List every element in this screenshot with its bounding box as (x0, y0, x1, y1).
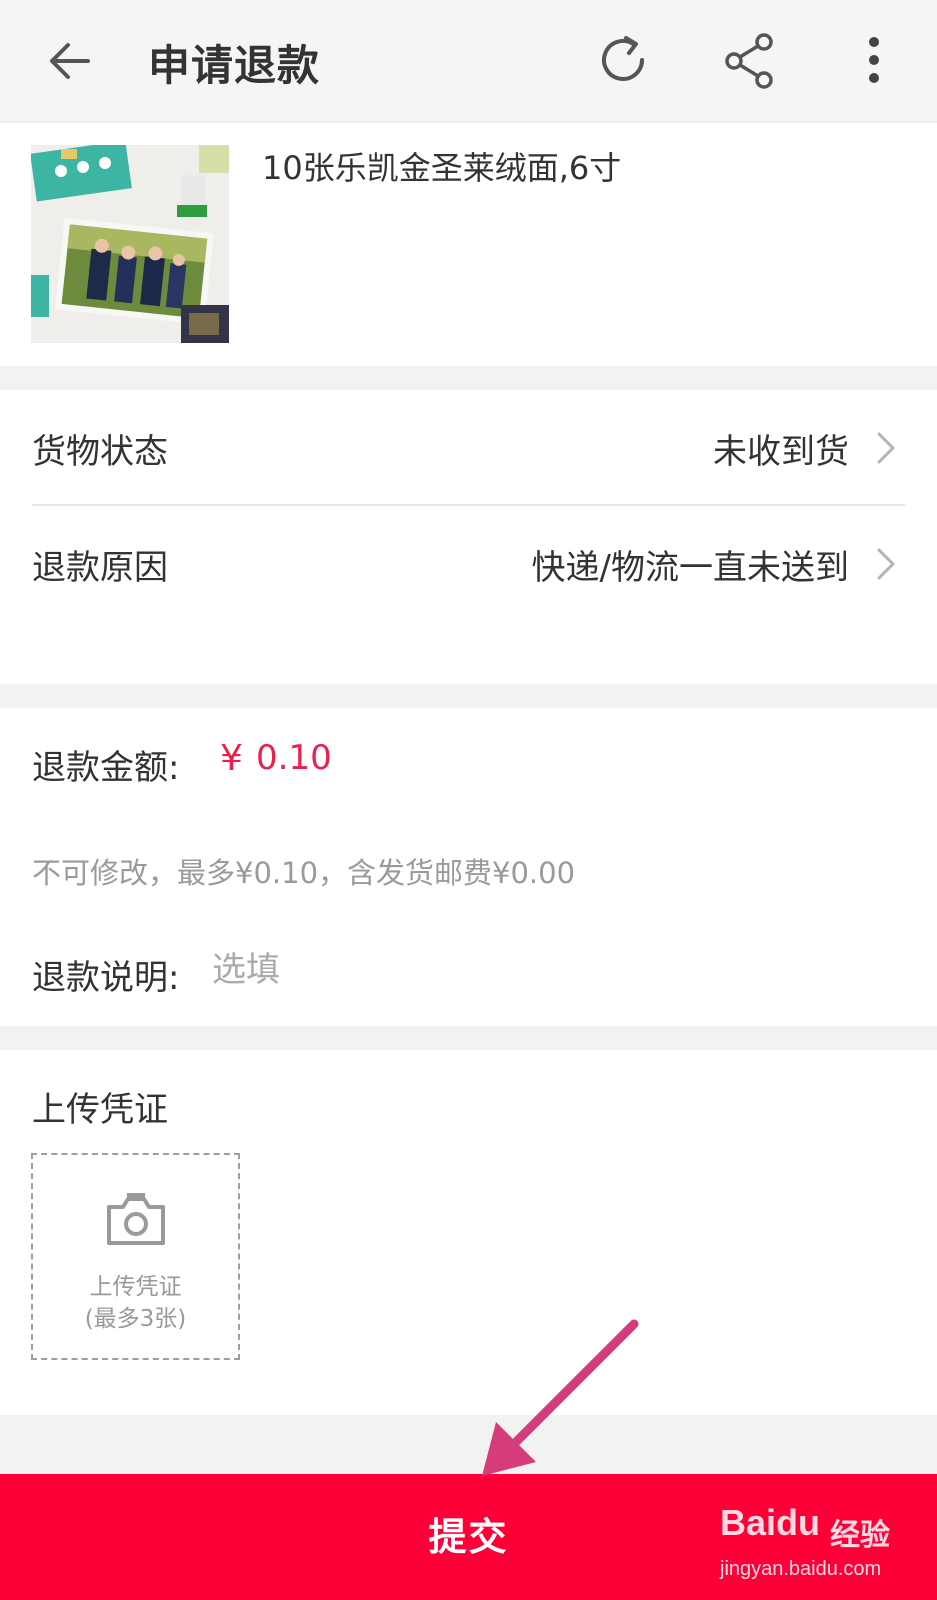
refund-note-label: 退款说明: (32, 958, 180, 998)
refund-reason-label: 退款原因 (32, 548, 168, 588)
product-name: 10张乐凯金圣莱绒面,6寸 (262, 149, 622, 187)
goods-status-row[interactable]: 货物状态 未收到货 (32, 390, 905, 502)
refund-amount-card: 退款金额: ¥ 0.10 不可修改，最多¥0.10，含发货邮费¥0.00 退款说… (0, 708, 937, 1026)
chevron-right-icon (877, 548, 895, 580)
upload-proof-card: 上传凭证 上传凭证 (最多3张) (0, 1050, 937, 1415)
upload-box-label: 上传凭证 (89, 1274, 182, 1300)
refund-note-input[interactable] (212, 946, 892, 994)
upload-proof-title: 上传凭证 (32, 1090, 168, 1130)
annotation-arrow-icon (482, 1319, 639, 1476)
share-icon (725, 33, 773, 89)
more-vertical-icon (869, 37, 879, 83)
refund-amount-value: 0.10 (256, 738, 332, 778)
refund-amount-hint: 不可修改，最多¥0.10，含发货邮费¥0.00 (32, 856, 576, 890)
goods-status-label: 货物状态 (32, 432, 168, 472)
watermark-brand: 经验 (830, 1518, 890, 1553)
share-button[interactable] (722, 30, 778, 90)
product-thumbnail[interactable] (31, 145, 229, 343)
back-button[interactable] (44, 36, 96, 86)
refund-reason-row[interactable]: 退款原因 快递/物流一直未送到 (32, 506, 905, 618)
watermark-logo: Baidu (720, 1502, 821, 1543)
top-app-bar: 申请退款 (0, 0, 937, 122)
refresh-icon (602, 36, 644, 81)
currency-symbol: ¥ (220, 738, 243, 779)
refresh-button[interactable] (596, 30, 652, 90)
page-title: 申请退款 (148, 41, 321, 90)
more-options-button[interactable] (856, 30, 892, 90)
arrow-left-icon (50, 43, 90, 79)
upload-box-limit: (最多3张) (84, 1306, 187, 1332)
upload-proof-button[interactable]: 上传凭证 (最多3张) (31, 1153, 240, 1360)
product-photo-prints-image (31, 145, 229, 343)
baidu-jingyan-watermark: Baidu 经验 jingyan.baidu.com (718, 1500, 918, 1590)
chevron-right-icon (877, 432, 895, 464)
refund-reason-value: 快递/物流一直未送到 (531, 548, 849, 588)
product-card: 10张乐凯金圣莱绒面,6寸 (0, 123, 937, 366)
camera-icon (107, 1193, 165, 1245)
refund-amount-label: 退款金额: (32, 748, 180, 788)
goods-status-value: 未收到货 (713, 432, 849, 472)
refund-options-card: 货物状态 未收到货 退款原因 快递/物流一直未送到 (0, 390, 937, 684)
watermark-url: jingyan.baidu.com (720, 1558, 882, 1580)
